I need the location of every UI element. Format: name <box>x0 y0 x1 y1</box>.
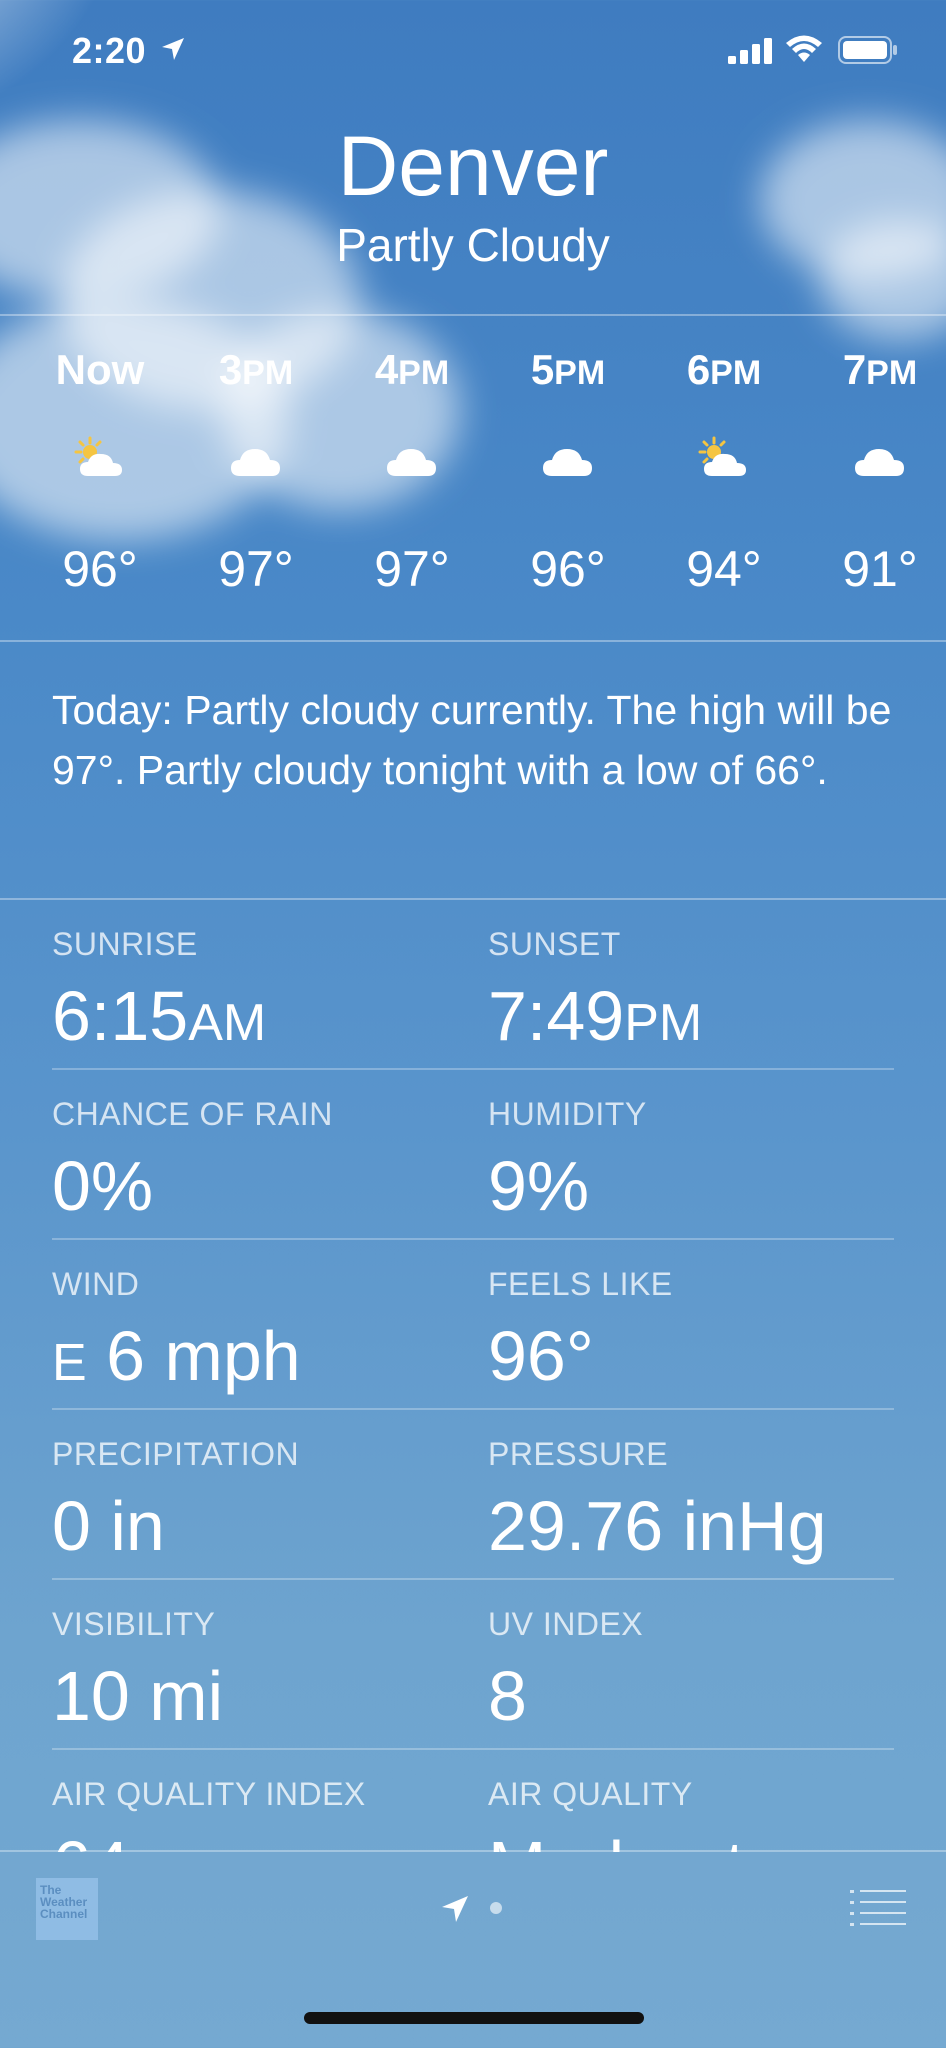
cloud-icon <box>387 449 436 476</box>
battery-icon <box>838 36 897 64</box>
location-arrow-icon <box>162 38 184 60</box>
hour-suffix: PM <box>554 354 606 392</box>
aqi-value: 64 <box>52 1826 130 1852</box>
detail-row-visibility: VISIBILITY 10 mi UV INDEX 8 <box>0 1598 946 1768</box>
partly-sunny-icon <box>698 436 746 476</box>
hour-3pm: 3PM 97° <box>186 316 326 642</box>
status-bar: 2:20 <box>0 0 946 100</box>
status-time: 2:20 <box>72 30 147 71</box>
cellular-signal-icon <box>728 38 772 64</box>
aqi-label: AIR QUALITY INDEX <box>52 1776 366 1812</box>
sunrise-value: 6:15 <box>52 977 189 1055</box>
hour-temp: 96° <box>530 541 606 597</box>
hour-suffix: PM <box>242 354 294 392</box>
divider <box>52 1578 894 1580</box>
list-icon[interactable] <box>850 1888 906 1928</box>
feels-like-label: FEELS LIKE <box>488 1266 673 1302</box>
sunrise-suffix: AM <box>188 994 267 1052</box>
hour-label: 6 <box>686 346 711 393</box>
hourly-forecast[interactable]: Now 96° 3PM 97° 4PM 97° 5PM 96° 6PM 94° … <box>0 316 946 642</box>
hour-5pm: 5PM 96° <box>498 316 638 642</box>
detail-row-rain: CHANCE OF RAIN 0% HUMIDITY 9% <box>0 1088 946 1258</box>
cloud-icon <box>855 449 904 476</box>
hour-suffix: PM <box>710 354 762 392</box>
current-condition: Partly Cloudy <box>336 219 610 271</box>
sunset-label: SUNSET <box>488 926 621 962</box>
hour-temp: 96° <box>62 541 138 597</box>
humidity-label: HUMIDITY <box>488 1096 647 1132</box>
sunset-value: 7:49 <box>488 977 625 1055</box>
uv-index-value: 8 <box>488 1657 527 1735</box>
city-name: Denver <box>337 119 609 213</box>
hour-label: 5 <box>530 346 555 393</box>
today-summary: Today: Partly cloudy currently. The high… <box>52 687 892 793</box>
hour-label: Now <box>55 346 145 393</box>
divider <box>52 1068 894 1070</box>
detail-row-sun: SUNRISE 6:15AM SUNSET 7:49PM <box>0 918 946 1088</box>
weather-channel-logo[interactable]: The Weather Channel <box>36 1878 98 1940</box>
detail-row-precip: PRECIPITATION 0 in PRESSURE 29.76 inHg <box>0 1428 946 1598</box>
hour-now: Now 96° <box>30 316 170 642</box>
wifi-icon <box>786 35 822 62</box>
cloud-icon <box>543 449 592 476</box>
pressure-value: 29.76 inHg <box>488 1487 827 1565</box>
air-quality-value: Moderate <box>488 1826 784 1852</box>
wind-direction: E <box>52 1334 87 1392</box>
air-quality-label: AIR QUALITY <box>488 1776 693 1812</box>
divider <box>52 1408 894 1410</box>
hour-suffix: PM <box>866 354 918 392</box>
sunset-suffix: PM <box>624 994 703 1052</box>
uv-index-label: UV INDEX <box>488 1606 644 1642</box>
divider <box>52 1238 894 1240</box>
hour-temp: 94° <box>686 541 762 597</box>
wind-value: 6 mph <box>106 1317 301 1395</box>
hour-label: 3 <box>218 346 243 393</box>
precipitation-label: PRECIPITATION <box>52 1436 300 1472</box>
hour-label: 4 <box>374 346 399 393</box>
current-location-icon[interactable] <box>440 1894 470 1924</box>
wind-label: WIND <box>52 1266 140 1302</box>
hour-temp: 97° <box>374 541 450 597</box>
home-indicator[interactable] <box>304 2012 644 2024</box>
divider <box>52 1748 894 1750</box>
rain-label: CHANCE OF RAIN <box>52 1096 333 1132</box>
hour-7pm: 7PM 91° <box>810 316 946 642</box>
hour-temp: 91° <box>842 541 918 597</box>
divider <box>0 898 946 900</box>
detail-row-air-quality: AIR QUALITY INDEX 64 AIR QUALITY Moderat… <box>0 1768 946 1852</box>
visibility-value: 10 mi <box>52 1657 224 1735</box>
sunrise-label: SUNRISE <box>52 926 198 962</box>
precipitation-value: 0 in <box>52 1487 165 1565</box>
rain-value: 0% <box>52 1147 154 1225</box>
pressure-label: PRESSURE <box>488 1436 669 1472</box>
humidity-value: 9% <box>488 1147 590 1225</box>
hour-temp: 97° <box>218 541 294 597</box>
cloud-icon <box>231 449 280 476</box>
hour-4pm: 4PM 97° <box>342 316 482 642</box>
hour-6pm: 6PM 94° <box>654 316 794 642</box>
visibility-label: VISIBILITY <box>52 1606 216 1642</box>
partly-sunny-icon <box>74 436 122 476</box>
hour-label: 7 <box>842 346 867 393</box>
detail-row-wind: WIND E 6 mph FEELS LIKE 96° <box>0 1258 946 1428</box>
page-indicator-dot[interactable] <box>490 1902 502 1914</box>
divider <box>0 640 946 642</box>
hour-suffix: PM <box>398 354 450 392</box>
feels-like-value: 96° <box>488 1317 594 1395</box>
